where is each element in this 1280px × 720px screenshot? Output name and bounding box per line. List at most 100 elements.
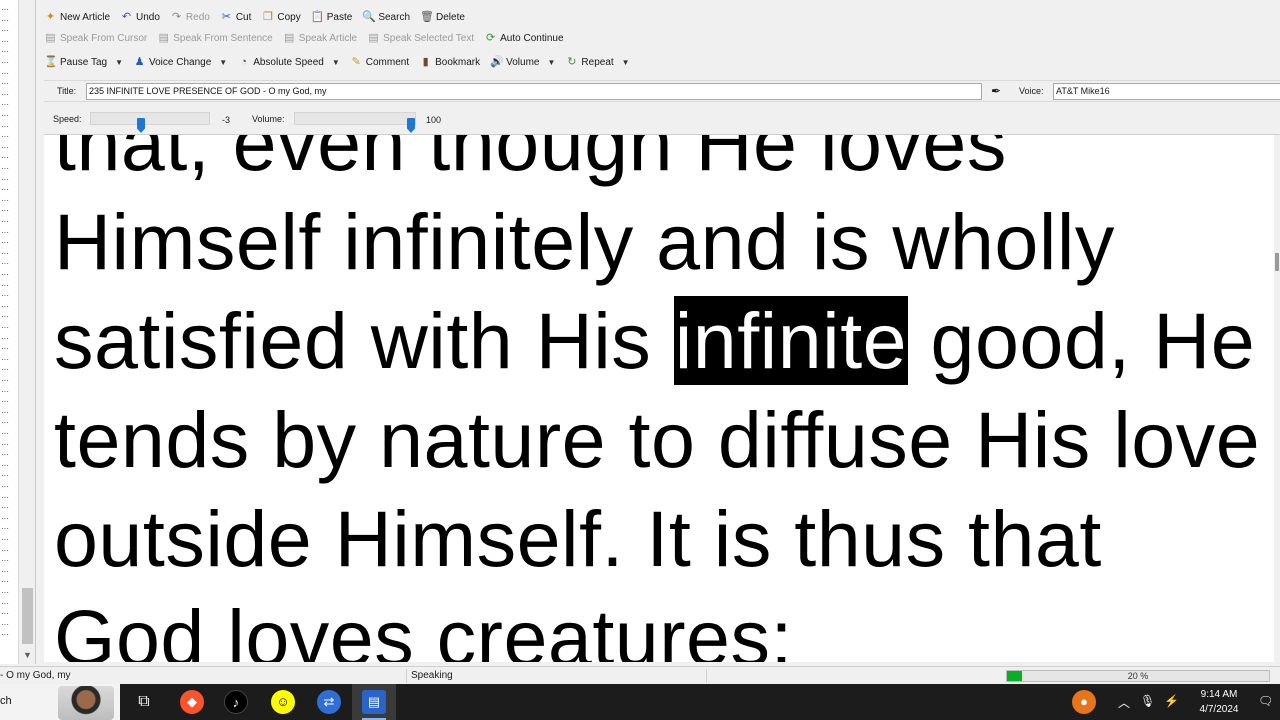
article-tree-scrollbar[interactable]: ▼ (18, 0, 35, 664)
volume-button[interactable]: 🔊 Volume ▼ (486, 52, 561, 72)
article-tree-item[interactable]: ··· (1, 133, 11, 141)
article-tree-item[interactable]: ··· (1, 207, 11, 215)
article-tree-item[interactable]: ··· (1, 112, 11, 120)
speed-slider-track[interactable] (90, 112, 210, 133)
dropdown-arrow-icon[interactable]: ▼ (547, 58, 555, 67)
speak-article-button[interactable]: ▤ Speak Article (279, 28, 363, 48)
article-tree-item[interactable]: ··· (1, 239, 11, 247)
article-tree-item[interactable]: ··· (1, 165, 11, 173)
article-tree-item[interactable]: ··· (1, 80, 11, 88)
taskbar-search-box[interactable]: ch (0, 684, 120, 720)
article-tree-item[interactable]: ··· (1, 260, 11, 268)
microphone-icon[interactable]: 🎙 (1140, 694, 1155, 708)
article-tree-scroll-thumb[interactable] (22, 588, 33, 644)
dropdown-arrow-icon[interactable]: ▼ (219, 58, 227, 67)
article-tree-item[interactable]: ··· (1, 419, 11, 427)
speak-from-cursor-button[interactable]: ▤ Speak From Cursor (40, 28, 153, 48)
voice-select[interactable]: AT&T Mike16 (1053, 83, 1280, 100)
article-tree-item[interactable]: ··· (1, 335, 11, 343)
article-tree-item[interactable]: ··· (1, 568, 11, 576)
article-text-view[interactable]: that, even though He loves Himself infin… (44, 134, 1280, 662)
absolute-speed-button[interactable]: ◔ Absolute Speed ▼ (233, 52, 346, 72)
article-tree-item[interactable]: ··· (1, 600, 11, 608)
article-tree-item[interactable]: ··· (1, 186, 11, 194)
repeat-button[interactable]: ↻ Repeat ▼ (561, 52, 635, 72)
cut-button[interactable]: ✂ Cut (216, 7, 258, 27)
article-tree-item[interactable]: ··· (1, 91, 11, 99)
title-input[interactable]: 235 INFINITE LOVE PRESENCE OF GOD - O my… (86, 83, 982, 100)
article-tree-item[interactable]: ··· (1, 398, 11, 406)
edit-title-pen-icon[interactable]: ✒ (987, 83, 1005, 100)
article-tree-item[interactable]: ··· (1, 313, 11, 321)
article-tree-item[interactable]: ··· (1, 462, 11, 470)
text-to-speech-taskbar-button[interactable]: ▤ (352, 684, 396, 720)
article-tree-item[interactable]: ··· (1, 282, 11, 290)
scroll-down-icon[interactable]: ▼ (23, 650, 32, 660)
article-tree-item[interactable]: ··· (1, 430, 11, 438)
article-tree-item[interactable]: ··· (1, 218, 11, 226)
show-hidden-icons-chevron-icon[interactable]: ︿ (1118, 694, 1130, 711)
paste-button[interactable]: 📋 Paste (307, 7, 359, 27)
article-tree-item[interactable]: ··· (1, 101, 11, 109)
article-tree-item[interactable]: ··· (1, 176, 11, 184)
comment-button[interactable]: ✎ Comment (346, 52, 415, 72)
dropdown-arrow-icon[interactable]: ▼ (115, 58, 123, 67)
article-tree-item[interactable]: ··· (1, 292, 11, 300)
network-icon[interactable]: ⚡ (1164, 694, 1179, 708)
pause-tag-button[interactable]: ⌛ Pause Tag ▼ (40, 52, 129, 72)
article-tree-item[interactable]: ··· (1, 494, 11, 502)
article-tree-item[interactable]: ··· (1, 59, 11, 67)
copy-button[interactable]: ❐ Copy (257, 7, 306, 27)
volume-slider-thumb[interactable] (407, 118, 415, 133)
sync-app-icon[interactable]: ⇄ (317, 690, 341, 714)
article-tree-item[interactable]: ··· (1, 631, 11, 639)
speak-from-sentence-button[interactable]: ▤ Speak From Sentence (153, 28, 279, 48)
article-tree-item[interactable]: ··· (1, 197, 11, 205)
article-tree-item[interactable]: ··· (1, 154, 11, 162)
tiktok-icon[interactable]: ♪ (224, 690, 248, 714)
delete-button[interactable]: 🗑 Delete (416, 7, 471, 27)
article-tree-item[interactable]: ··· (1, 441, 11, 449)
article-tree-item[interactable]: ··· (1, 536, 11, 544)
article-tree-item[interactable]: ··· (1, 451, 11, 459)
article-tree-item[interactable]: ··· (1, 123, 11, 131)
search-button[interactable]: 🔍 Search (358, 7, 416, 27)
article-text-scrollbar[interactable] (1274, 135, 1280, 662)
speed-slider-thumb[interactable] (137, 118, 145, 133)
notification-app-icon[interactable]: ● (1072, 690, 1096, 714)
article-tree-item[interactable]: ··· (1, 324, 11, 332)
article-tree-item[interactable]: ··· (1, 589, 11, 597)
article-tree-item[interactable]: ··· (1, 409, 11, 417)
article-tree-item[interactable]: ··· (1, 525, 11, 533)
article-tree-item[interactable]: ··· (1, 6, 11, 14)
article-tree-item[interactable]: ··· (1, 144, 11, 152)
article-tree-item[interactable]: ··· (1, 229, 11, 237)
article-tree-item[interactable]: ··· (1, 250, 11, 258)
new-article-button[interactable]: ✦ New Article (40, 7, 116, 27)
article-tree-item[interactable]: ··· (1, 17, 11, 25)
article-tree-item[interactable]: ··· (1, 303, 11, 311)
undo-button[interactable]: ↶ Undo (116, 7, 166, 27)
speak-selected-text-button[interactable]: ▤ Speak Selected Text (363, 28, 480, 48)
notification-center-icon[interactable]: 🗨 (1258, 694, 1273, 708)
article-tree-item[interactable]: ··· (1, 377, 11, 385)
article-tree-item[interactable]: ··· (1, 70, 11, 78)
article-tree-item[interactable]: ··· (1, 610, 11, 618)
snapchat-icon[interactable]: ☺ (271, 690, 295, 714)
brave-browser-icon[interactable]: ◆ (180, 690, 204, 714)
article-tree-item[interactable]: ··· (1, 557, 11, 565)
article-tree-item[interactable]: ··· (1, 27, 11, 35)
article-tree-item[interactable]: ··· (1, 472, 11, 480)
bookmark-button[interactable]: ▮ Bookmark (415, 52, 486, 72)
article-tree-item[interactable]: ··· (1, 504, 11, 512)
article-tree-item[interactable]: ··· (1, 38, 11, 46)
article-tree-item[interactable]: ··· (1, 483, 11, 491)
article-tree-item[interactable]: ··· (1, 388, 11, 396)
task-view-icon[interactable]: ⧉ (132, 690, 156, 714)
article-tree-item[interactable]: ··· (1, 578, 11, 586)
dropdown-arrow-icon[interactable]: ▼ (622, 58, 630, 67)
article-tree-item[interactable]: ··· (1, 515, 11, 523)
auto-continue-button[interactable]: ⟳ Auto Continue (480, 28, 569, 48)
article-tree-item[interactable]: ··· (1, 356, 11, 364)
article-tree-item[interactable]: ··· (1, 345, 11, 353)
